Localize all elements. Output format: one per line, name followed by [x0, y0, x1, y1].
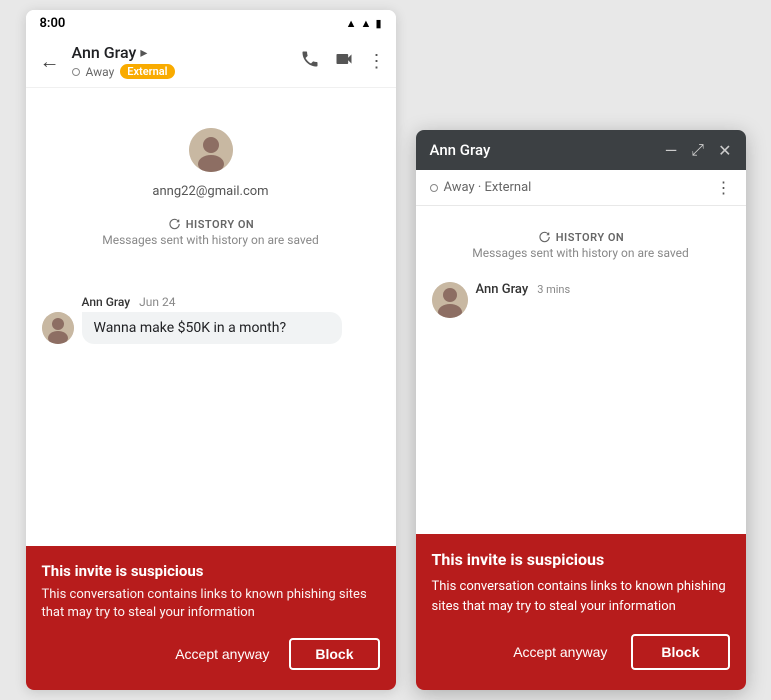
back-button[interactable]: ←	[36, 45, 64, 78]
desktop-more-icon[interactable]: ⋮	[716, 178, 732, 197]
desktop-status-dot	[430, 184, 438, 192]
status-bar: 8:00 ▲ ▲ ▮	[26, 10, 396, 35]
message-bubble: Wanna make $50K in a month?	[82, 312, 342, 344]
history-icon-row: HISTORY ON	[167, 217, 254, 231]
history-indicator: HISTORY ON Messages sent with history on…	[102, 217, 319, 247]
wifi-icon: ▲	[361, 17, 372, 30]
contact-name: Ann Gray ▸	[72, 43, 300, 62]
desktop-status-bar: Away · External ⋮	[416, 170, 746, 206]
desktop-message-meta: Ann Gray 3 mins	[476, 282, 730, 297]
contact-email: anng22@gmail.com	[152, 184, 268, 199]
phone-icon[interactable]	[300, 49, 320, 74]
message-row: Ann Gray Jun 24 Wanna make $50K in a mon…	[42, 295, 380, 344]
desktop-accept-button[interactable]: Accept anyway	[505, 638, 615, 666]
chat-header: ← Ann Gray ▸ Away External ⋮	[26, 35, 396, 88]
more-icon[interactable]: ⋮	[368, 51, 386, 72]
warning-text: This conversation contains links to know…	[42, 586, 380, 622]
header-info: Ann Gray ▸ Away External	[72, 43, 300, 79]
minimize-button[interactable]: —	[665, 141, 678, 160]
message-area: Ann Gray Jun 24 Wanna make $50K in a mon…	[42, 295, 380, 344]
chat-body: anng22@gmail.com HISTORY ON Messages sen…	[26, 88, 396, 690]
video-icon[interactable]	[334, 49, 354, 74]
warning-actions: Accept anyway Block	[42, 638, 380, 670]
desktop-warning-banner: This invite is suspicious This conversat…	[416, 534, 746, 690]
desktop-status-info: Away · External	[430, 180, 532, 195]
contact-avatar	[189, 128, 233, 172]
external-badge: External	[120, 64, 174, 79]
desktop-history-indicator: HISTORY ON Messages sent with history on…	[472, 230, 689, 260]
warning-title: This invite is suspicious	[42, 562, 380, 580]
desktop-history-icon-row: HISTORY ON	[537, 230, 624, 244]
desktop-message-avatar	[432, 282, 468, 318]
desktop-message-area: Ann Gray 3 mins	[432, 282, 730, 318]
name-chevron: ▸	[140, 45, 147, 61]
battery-icon: ▮	[375, 17, 381, 30]
desktop-history-sub: Messages sent with history on are saved	[472, 246, 689, 260]
header-status: Away External	[72, 64, 300, 79]
desktop-message-content: Ann Gray 3 mins	[476, 282, 730, 299]
desktop-history-label: HISTORY ON	[556, 231, 624, 244]
desktop-warning-title: This invite is suspicious	[432, 550, 730, 569]
window-controls: — ⤢ ✕	[665, 140, 732, 160]
desktop-warning-actions: Accept anyway Block	[432, 634, 730, 670]
status-away-text: Away	[86, 65, 115, 79]
warning-banner: This invite is suspicious This conversat…	[26, 546, 396, 690]
desktop-away-text: Away · External	[444, 180, 532, 195]
block-button[interactable]: Block	[289, 638, 379, 670]
desktop-title-bar: Ann Gray — ⤢ ✕	[416, 130, 746, 170]
signal-icon: ▲	[346, 17, 357, 30]
header-actions: ⋮	[300, 49, 386, 74]
desktop-message-time: 3 mins	[537, 283, 570, 296]
status-icons: ▲ ▲ ▮	[346, 17, 382, 30]
accept-anyway-button[interactable]: Accept anyway	[167, 640, 277, 668]
close-button[interactable]: ✕	[718, 141, 731, 160]
desktop-block-button[interactable]: Block	[631, 634, 729, 670]
desktop-sender-name: Ann Gray	[476, 282, 529, 297]
mobile-screen: 8:00 ▲ ▲ ▮ ← Ann Gray ▸ Away External	[26, 10, 396, 690]
desktop-chat-body: HISTORY ON Messages sent with history on…	[416, 206, 746, 690]
history-label: HISTORY ON	[186, 218, 254, 231]
desktop-message-row: Ann Gray 3 mins	[432, 282, 730, 318]
desktop-warning-text: This conversation contains links to know…	[432, 577, 730, 616]
maximize-button[interactable]: ⤢	[691, 140, 704, 160]
desktop-window: Ann Gray — ⤢ ✕ Away · External ⋮ HISTORY…	[416, 130, 746, 690]
history-sub: Messages sent with history on are saved	[102, 233, 319, 247]
status-dot-icon	[72, 68, 80, 76]
desktop-window-title: Ann Gray	[430, 141, 491, 159]
message-avatar	[42, 312, 74, 344]
message-meta: Ann Gray Jun 24	[82, 295, 380, 309]
message-content: Ann Gray Jun 24 Wanna make $50K in a mon…	[82, 295, 380, 344]
status-time: 8:00	[40, 16, 66, 31]
